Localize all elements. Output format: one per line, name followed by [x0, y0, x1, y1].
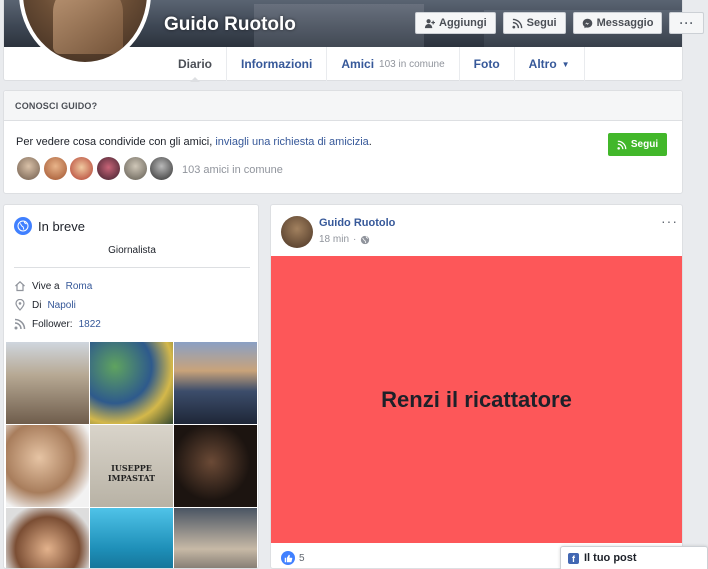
- more-dots-icon: ···: [679, 16, 695, 30]
- lives-in-city-link[interactable]: Roma: [66, 281, 93, 292]
- post-time-label[interactable]: 18 min: [319, 234, 349, 245]
- photo-thumbnail[interactable]: [90, 342, 173, 424]
- likes-count: 5: [299, 552, 305, 564]
- send-friend-request-link[interactable]: inviagli una richiesta di amicizia: [215, 136, 368, 148]
- photo-thumbnail[interactable]: [174, 425, 257, 507]
- dot-separator: ·: [353, 234, 357, 245]
- photo-thumbnail[interactable]: IUSEPPE IMPASTAT: [90, 425, 173, 507]
- mutual-friends-avatars: [16, 156, 176, 181]
- intro-box: In breve Giornalista Vive a Roma Di Napo…: [3, 204, 259, 569]
- prompt-end: .: [368, 136, 372, 148]
- intro-title: In breve: [14, 217, 85, 235]
- friend-avatar[interactable]: [149, 156, 175, 181]
- add-friend-label: Aggiungi: [439, 17, 487, 29]
- facebook-logo-icon: f: [568, 552, 579, 564]
- globe-icon: [14, 217, 32, 235]
- friend-avatar[interactable]: [122, 156, 148, 181]
- post-reactions[interactable]: 5: [281, 551, 305, 565]
- friend-avatar[interactable]: [42, 156, 68, 181]
- prompt-text: Per vedere cosa condivide con gli amici,: [16, 136, 216, 148]
- from-city-link[interactable]: Napoli: [47, 300, 75, 311]
- like-icon: [281, 551, 295, 565]
- friend-avatar[interactable]: [16, 156, 41, 181]
- tab-diario[interactable]: Diario: [164, 47, 226, 82]
- bio-text: Giornalista: [108, 245, 156, 256]
- profile-actions: Aggiungi Segui Messaggio ···: [415, 12, 705, 34]
- tab-label: Informazioni: [241, 57, 313, 71]
- photo-thumbnail[interactable]: [6, 508, 89, 568]
- post-options-icon[interactable]: ···: [661, 213, 678, 229]
- friend-avatar[interactable]: [69, 156, 95, 181]
- messenger-icon: [582, 18, 592, 28]
- your-post-chat-tab[interactable]: f Il tuo post: [560, 546, 708, 569]
- message-button[interactable]: Messaggio: [572, 12, 663, 34]
- tab-label: Amici: [341, 57, 375, 71]
- photo-grid: IUSEPPE IMPASTAT: [6, 342, 257, 568]
- know-person-heading: CONOSCI GUIDO?: [4, 91, 682, 121]
- profile-picture[interactable]: [19, 0, 151, 66]
- post-timestamp: 18 min ·: [319, 234, 370, 245]
- add-friend-icon: [424, 18, 435, 28]
- follow-label: Segui: [526, 17, 557, 29]
- lives-in-prefix: Vive a: [32, 280, 60, 292]
- rss-icon: [14, 318, 26, 330]
- from-row: Di Napoli: [14, 299, 76, 311]
- followers-row: Follower: 1822: [14, 318, 101, 330]
- message-label: Messaggio: [596, 17, 654, 29]
- follow-button[interactable]: Segui: [502, 12, 566, 34]
- photo-thumbnail[interactable]: [6, 425, 89, 507]
- profile-name[interactable]: Guido Ruotolo: [164, 14, 296, 36]
- friend-request-prompt: Per vedere cosa condivide con gli amici,…: [16, 136, 372, 148]
- lives-in-row: Vive a Roma: [14, 280, 92, 292]
- followers-count-link[interactable]: 1822: [79, 319, 101, 330]
- from-prefix: Di: [32, 299, 42, 311]
- tab-foto[interactable]: Foto: [458, 47, 514, 81]
- home-icon: [15, 280, 25, 292]
- followers-prefix: Follower:: [32, 318, 73, 330]
- follow-green-label: Segui: [630, 139, 659, 150]
- mutual-friends-count[interactable]: 103 amici in comune: [182, 164, 283, 176]
- profile-tabs: Diario Informazioni Amici 103 in comune …: [164, 47, 585, 82]
- add-friend-button[interactable]: Aggiungi: [415, 12, 496, 34]
- divider: [14, 267, 250, 268]
- tab-sub-count: 103 in comune: [379, 58, 445, 70]
- tab-label: Diario: [178, 57, 213, 71]
- public-globe-icon[interactable]: [360, 235, 370, 245]
- photo-thumbnail[interactable]: [174, 342, 257, 424]
- tab-altro[interactable]: Altro ▼: [513, 47, 585, 81]
- rss-icon: [617, 140, 627, 150]
- post-author-name[interactable]: Guido Ruotolo: [319, 217, 395, 229]
- photo-thumbnail[interactable]: [90, 508, 173, 568]
- caret-down-icon: ▼: [561, 59, 570, 69]
- tab-label: Altro: [528, 57, 557, 71]
- profile-header: Guido Ruotolo Aggiungi Segui Messaggio ·…: [3, 0, 705, 82]
- post-text-banner: Renzi il ricattatore: [271, 256, 682, 543]
- your-post-label: Il tuo post: [584, 552, 637, 564]
- know-person-box: CONOSCI GUIDO? Per vedere cosa condivide…: [3, 90, 683, 194]
- tab-informazioni[interactable]: Informazioni: [226, 47, 326, 81]
- photo-thumbnail[interactable]: [6, 342, 89, 424]
- post-author-avatar[interactable]: [281, 216, 313, 248]
- more-options-button[interactable]: ···: [669, 12, 705, 34]
- tab-amici[interactable]: Amici 103 in comune: [326, 47, 458, 81]
- follow-green-button[interactable]: Segui: [608, 133, 667, 156]
- photo-thumbnail[interactable]: [174, 508, 257, 568]
- plaque-text: IUSEPPE IMPASTAT: [107, 463, 156, 483]
- facebook-profile-page: Guido Ruotolo Aggiungi Segui Messaggio ·…: [0, 0, 708, 569]
- rss-icon: [512, 18, 522, 29]
- tab-label: Foto: [473, 57, 500, 71]
- friend-avatar[interactable]: [96, 156, 122, 181]
- post-text: Renzi il ricattatore: [381, 386, 572, 412]
- location-pin-icon: [15, 299, 25, 311]
- intro-title-label: In breve: [38, 218, 85, 234]
- timeline-post: Guido Ruotolo 18 min · ··· Renzi il rica…: [270, 204, 683, 569]
